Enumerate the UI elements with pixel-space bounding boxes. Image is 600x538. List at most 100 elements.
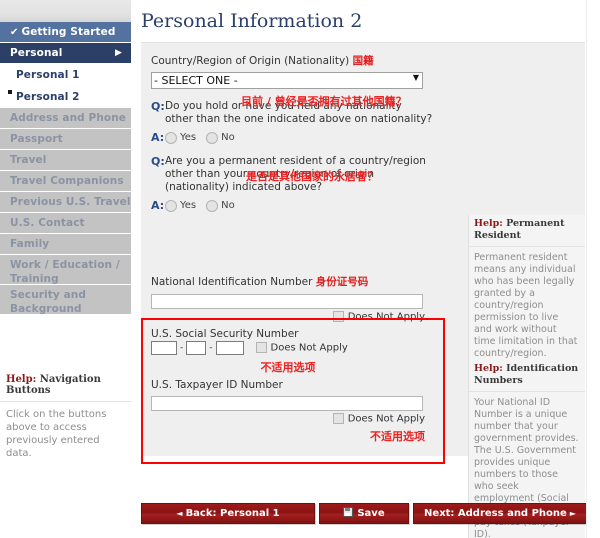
- top-gray-strip: [0, 0, 131, 22]
- answer-row: A: Yes No: [151, 194, 575, 212]
- sidebar-item-label: Address and Phone: [10, 112, 127, 124]
- question-marker: Q:: [151, 155, 165, 168]
- help-card-permanent-resident: Help: Permanent Resident Permanent resid…: [468, 215, 585, 366]
- radio-yes-permanent-resident[interactable]: [165, 199, 177, 212]
- sidebar: ✔ Getting Started Personal ▶ Personal 1 P…: [0, 22, 131, 315]
- radio-yes-other-nationality[interactable]: [165, 131, 177, 144]
- sidebar-item-label: Getting Started: [21, 26, 116, 38]
- ssn-part-3-input[interactable]: [215, 340, 244, 355]
- ssn-part-2-input[interactable]: [186, 340, 207, 355]
- answer-marker: A:: [151, 131, 165, 144]
- next-button-label: Next: Address and Phone: [424, 508, 567, 519]
- sidebar-item-us-contact: U.S. Contact: [0, 213, 131, 234]
- sidebar-item-label: Personal 1: [16, 69, 80, 81]
- sidebar-item-address-and-phone: Address and Phone: [0, 108, 131, 129]
- sidebar-item-label: Previous U.S. Travel: [10, 196, 131, 208]
- ssn-part-1-input[interactable]: [151, 340, 177, 355]
- sidebar-item-label: Travel: [10, 154, 47, 166]
- sidebar-item-family: Family: [0, 234, 131, 255]
- help-divider: [468, 215, 469, 368]
- taxpayer-id-does-not-apply-label: Does Not Apply: [347, 413, 425, 424]
- help-card-body: Permanent resident means any individual …: [468, 247, 585, 366]
- right-gutter: [586, 0, 600, 538]
- nationality-select-wrap: - SELECT ONE - ▼: [151, 69, 423, 89]
- sidebar-item-travel: Travel: [0, 150, 131, 171]
- radio-yes-label: Yes: [180, 132, 197, 143]
- taxpayer-id-annotation-cn: 不适用选项: [370, 430, 425, 443]
- nationality-annotation-cn: 国籍: [352, 55, 374, 67]
- sidebar-help-navigation-buttons: Help: Navigation Buttons Click on the bu…: [0, 370, 131, 468]
- back-button[interactable]: ◄ Back: Personal 1: [141, 503, 315, 524]
- check-icon: ✔: [10, 27, 19, 38]
- national-id-does-not-apply-checkbox[interactable]: [332, 311, 344, 322]
- square-bullet-icon: [8, 90, 12, 94]
- sidebar-item-label: U.S. Contact: [10, 217, 85, 229]
- sidebar-item-work-education-training: Work / Education / Training: [0, 255, 131, 285]
- sidebar-item-label: Personal: [10, 47, 63, 59]
- radio-no-other-nationality[interactable]: [206, 131, 219, 144]
- radio-yes-label: Yes: [180, 200, 197, 211]
- form-navigation-bar: ◄ Back: Personal 1 Save Next: Address and…: [141, 503, 587, 524]
- help-label: Help:: [474, 363, 503, 374]
- ssn-dna-wrap: Does Not Apply: [255, 341, 348, 354]
- answer-options: Yes No: [165, 131, 245, 144]
- save-button-label: Save: [357, 508, 385, 519]
- sidebar-help-body: Click on the buttons above to access pre…: [6, 409, 107, 459]
- sidebar-item-travel-companions: Travel Companions: [0, 171, 131, 192]
- sidebar-item-label: Travel Companions: [10, 175, 124, 187]
- chevron-right-icon: ▶: [114, 48, 122, 58]
- national-id-label-text: National Identification Number: [151, 276, 313, 288]
- nationality-label-text: Country/Region of Origin (Nationality): [151, 55, 350, 67]
- form-panel-inner: Country/Region of Origin (Nationality) 国…: [141, 43, 585, 538]
- sidebar-item-previous-us-travel: Previous U.S. Travel: [0, 192, 131, 213]
- sidebar-item-label: Security and Background: [10, 289, 86, 315]
- national-id-input[interactable]: [151, 294, 423, 309]
- sidebar-item-label: Passport: [10, 133, 63, 145]
- sidebar-item-label: Work / Education / Training: [10, 259, 120, 285]
- sidebar-item-personal[interactable]: Personal ▶: [0, 43, 131, 64]
- ssn-does-not-apply-label: Does Not Apply: [270, 342, 348, 354]
- radio-no-permanent-resident[interactable]: [206, 199, 219, 212]
- radio-no-label: No: [221, 200, 235, 211]
- ssn-annotation-row: 不适用选项: [151, 356, 425, 375]
- taxpayer-id-dna-row: Does Not Apply: [151, 412, 425, 424]
- help-label: Help:: [6, 374, 37, 385]
- answer-marker: A:: [151, 199, 165, 212]
- form-panel: Country/Region of Origin (Nationality) 国…: [141, 42, 585, 538]
- page-root: ✔ Getting Started Personal ▶ Personal 1 P…: [0, 0, 600, 538]
- sidebar-item-personal-1[interactable]: Personal 1: [0, 64, 131, 86]
- national-id-dna-row: Does Not Apply: [151, 311, 425, 323]
- sidebar-item-personal-2[interactable]: Personal 2: [0, 86, 131, 108]
- question-annotation-cn: 目前 / 曾经是否拥有过其他国籍？: [241, 95, 407, 108]
- national-id-annotation-cn: 身份证号码: [315, 276, 369, 288]
- taxpayer-id-input[interactable]: [151, 395, 423, 411]
- ssn-separator: -: [180, 342, 184, 353]
- help-label: Help:: [474, 218, 503, 229]
- sidebar-item-label: Personal 2: [16, 91, 80, 103]
- help-column-permanent-resident: Help: Permanent Resident Permanent resid…: [468, 215, 585, 368]
- question-marker: Q:: [151, 100, 165, 113]
- next-button[interactable]: Next: Address and Phone ►: [413, 503, 587, 524]
- nationality-label: Country/Region of Origin (Nationality) 国…: [151, 53, 575, 68]
- arrow-left-icon: ◄: [176, 509, 183, 518]
- page-title: Personal Information 2: [141, 10, 363, 32]
- save-button[interactable]: Save: [319, 503, 409, 524]
- taxpayer-id-annotation-row: 不适用选项: [151, 425, 425, 444]
- back-button-label: Back: Personal 1: [185, 508, 280, 519]
- sidebar-help-title: Help: Navigation Buttons: [0, 370, 131, 402]
- answer-options: Yes No: [165, 199, 245, 212]
- question-annotation-cn: 是否是其他国家的永居者？: [246, 170, 378, 183]
- ssn-does-not-apply-checkbox[interactable]: [255, 341, 267, 353]
- help-card-title: Help: Permanent Resident: [468, 215, 585, 247]
- radio-no-label: No: [221, 132, 235, 143]
- sidebar-item-getting-started[interactable]: ✔ Getting Started: [0, 22, 131, 43]
- national-id-does-not-apply-label: Does Not Apply: [347, 311, 425, 323]
- nationality-select[interactable]: - SELECT ONE -: [151, 72, 423, 89]
- ssn-separator: -: [209, 342, 213, 353]
- save-disk-icon: [343, 507, 354, 517]
- ssn-annotation-cn: 不适用选项: [260, 360, 316, 374]
- answer-row: A: Yes No: [151, 126, 575, 144]
- arrow-right-icon: ►: [569, 509, 576, 518]
- taxpayer-id-does-not-apply-checkbox[interactable]: [332, 412, 344, 424]
- sidebar-item-label: Family: [10, 238, 50, 250]
